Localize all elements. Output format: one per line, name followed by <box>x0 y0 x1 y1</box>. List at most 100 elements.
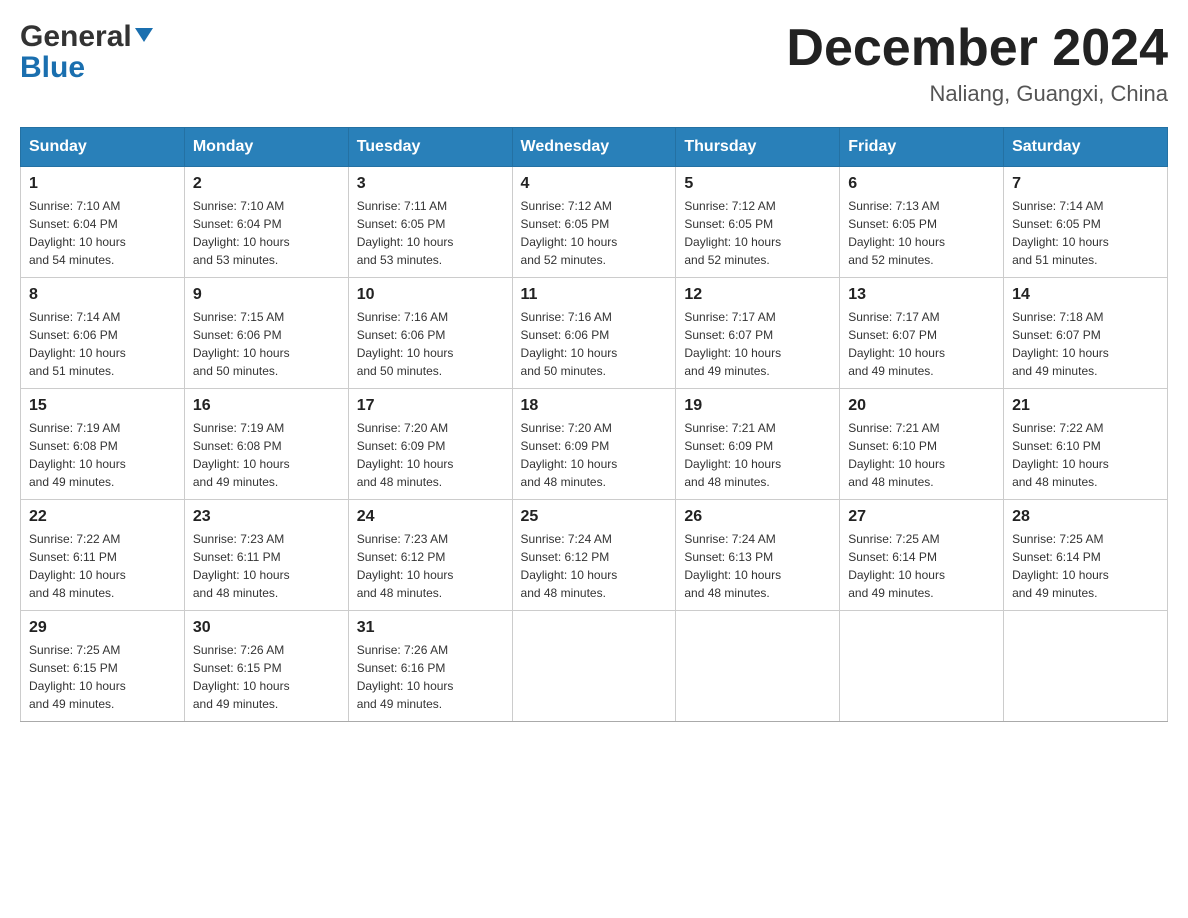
day-number: 23 <box>193 508 340 526</box>
calendar-week-row: 1 Sunrise: 7:10 AMSunset: 6:04 PMDaylight… <box>21 167 1168 278</box>
day-info: Sunrise: 7:25 AMSunset: 6:14 PMDaylight:… <box>1012 530 1159 602</box>
calendar-cell: 3 Sunrise: 7:11 AMSunset: 6:05 PMDaylight… <box>348 167 512 278</box>
day-info: Sunrise: 7:15 AMSunset: 6:06 PMDaylight:… <box>193 308 340 380</box>
day-number: 22 <box>29 508 176 526</box>
day-number: 31 <box>357 619 504 637</box>
calendar-cell: 27 Sunrise: 7:25 AMSunset: 6:14 PMDayligh… <box>840 500 1004 611</box>
day-info: Sunrise: 7:17 AMSunset: 6:07 PMDaylight:… <box>684 308 831 380</box>
calendar-week-row: 15 Sunrise: 7:19 AMSunset: 6:08 PMDayligh… <box>21 389 1168 500</box>
day-number: 28 <box>1012 508 1159 526</box>
day-number: 15 <box>29 397 176 415</box>
calendar-cell: 19Sunrise: 7:21 AMSunset: 6:09 PMDayligh… <box>676 389 840 500</box>
day-info: Sunrise: 7:17 AMSunset: 6:07 PMDaylight:… <box>848 308 995 380</box>
logo: General Blue <box>20 20 153 85</box>
day-number: 1 <box>29 175 176 193</box>
location-subtitle: Naliang, Guangxi, China <box>786 81 1168 107</box>
day-number: 17 <box>357 397 504 415</box>
day-info: Sunrise: 7:20 AMSunset: 6:09 PMDaylight:… <box>357 419 504 491</box>
calendar-cell: 22 Sunrise: 7:22 AMSunset: 6:11 PMDayligh… <box>21 500 185 611</box>
calendar-cell <box>840 611 1004 722</box>
day-number: 6 <box>848 175 995 193</box>
day-number: 12 <box>684 286 831 304</box>
col-header-tuesday: Tuesday <box>348 128 512 167</box>
calendar-cell: 25Sunrise: 7:24 AMSunset: 6:12 PMDayligh… <box>512 500 676 611</box>
calendar-week-row: 8 Sunrise: 7:14 AMSunset: 6:06 PMDaylight… <box>21 278 1168 389</box>
day-info: Sunrise: 7:22 AMSunset: 6:11 PMDaylight:… <box>29 530 176 602</box>
day-number: 10 <box>357 286 504 304</box>
col-header-sunday: Sunday <box>21 128 185 167</box>
calendar-cell: 18Sunrise: 7:20 AMSunset: 6:09 PMDayligh… <box>512 389 676 500</box>
calendar-cell: 10 Sunrise: 7:16 AMSunset: 6:06 PMDayligh… <box>348 278 512 389</box>
calendar-cell: 28 Sunrise: 7:25 AMSunset: 6:14 PMDayligh… <box>1004 500 1168 611</box>
calendar-cell: 13 Sunrise: 7:17 AMSunset: 6:07 PMDayligh… <box>840 278 1004 389</box>
day-number: 9 <box>193 286 340 304</box>
day-info: Sunrise: 7:19 AMSunset: 6:08 PMDaylight:… <box>29 419 176 491</box>
calendar-header-row: SundayMondayTuesdayWednesdayThursdayFrid… <box>21 128 1168 167</box>
col-header-thursday: Thursday <box>676 128 840 167</box>
calendar-cell: 15 Sunrise: 7:19 AMSunset: 6:08 PMDayligh… <box>21 389 185 500</box>
day-number: 25 <box>521 508 668 526</box>
day-number: 24 <box>357 508 504 526</box>
calendar-table: SundayMondayTuesdayWednesdayThursdayFrid… <box>20 127 1168 722</box>
calendar-cell: 1 Sunrise: 7:10 AMSunset: 6:04 PMDaylight… <box>21 167 185 278</box>
calendar-cell: 14 Sunrise: 7:18 AMSunset: 6:07 PMDayligh… <box>1004 278 1168 389</box>
calendar-cell: 20 Sunrise: 7:21 AMSunset: 6:10 PMDayligh… <box>840 389 1004 500</box>
day-info: Sunrise: 7:14 AMSunset: 6:06 PMDaylight:… <box>29 308 176 380</box>
day-info: Sunrise: 7:23 AMSunset: 6:11 PMDaylight:… <box>193 530 340 602</box>
col-header-friday: Friday <box>840 128 1004 167</box>
col-header-saturday: Saturday <box>1004 128 1168 167</box>
calendar-cell: 29Sunrise: 7:25 AMSunset: 6:15 PMDayligh… <box>21 611 185 722</box>
calendar-cell: 21Sunrise: 7:22 AMSunset: 6:10 PMDayligh… <box>1004 389 1168 500</box>
logo-blue-text: Blue <box>20 51 85 85</box>
calendar-cell: 7 Sunrise: 7:14 AMSunset: 6:05 PMDaylight… <box>1004 167 1168 278</box>
day-info: Sunrise: 7:23 AMSunset: 6:12 PMDaylight:… <box>357 530 504 602</box>
day-number: 5 <box>684 175 831 193</box>
calendar-cell: 8 Sunrise: 7:14 AMSunset: 6:06 PMDaylight… <box>21 278 185 389</box>
calendar-cell: 31Sunrise: 7:26 AMSunset: 6:16 PMDayligh… <box>348 611 512 722</box>
calendar-cell: 6 Sunrise: 7:13 AMSunset: 6:05 PMDaylight… <box>840 167 1004 278</box>
calendar-cell: 24 Sunrise: 7:23 AMSunset: 6:12 PMDayligh… <box>348 500 512 611</box>
day-number: 8 <box>29 286 176 304</box>
day-number: 7 <box>1012 175 1159 193</box>
day-number: 27 <box>848 508 995 526</box>
day-number: 26 <box>684 508 831 526</box>
day-number: 20 <box>848 397 995 415</box>
page-header: General Blue December 2024 Naliang, Guan… <box>20 20 1168 107</box>
title-section: December 2024 Naliang, Guangxi, China <box>786 20 1168 107</box>
calendar-cell: 12 Sunrise: 7:17 AMSunset: 6:07 PMDayligh… <box>676 278 840 389</box>
day-number: 4 <box>521 175 668 193</box>
month-title: December 2024 <box>786 20 1168 77</box>
day-number: 21 <box>1012 397 1159 415</box>
calendar-cell: 2Sunrise: 7:10 AMSunset: 6:04 PMDaylight… <box>184 167 348 278</box>
calendar-cell <box>512 611 676 722</box>
calendar-cell <box>676 611 840 722</box>
calendar-cell: 11Sunrise: 7:16 AMSunset: 6:06 PMDayligh… <box>512 278 676 389</box>
calendar-cell: 23 Sunrise: 7:23 AMSunset: 6:11 PMDayligh… <box>184 500 348 611</box>
day-info: Sunrise: 7:12 AMSunset: 6:05 PMDaylight:… <box>521 197 668 269</box>
calendar-cell: 16Sunrise: 7:19 AMSunset: 6:08 PMDayligh… <box>184 389 348 500</box>
day-number: 13 <box>848 286 995 304</box>
calendar-cell <box>1004 611 1168 722</box>
day-info: Sunrise: 7:16 AMSunset: 6:06 PMDaylight:… <box>357 308 504 380</box>
day-info: Sunrise: 7:25 AMSunset: 6:14 PMDaylight:… <box>848 530 995 602</box>
day-info: Sunrise: 7:26 AMSunset: 6:15 PMDaylight:… <box>193 641 340 713</box>
day-number: 2 <box>193 175 340 193</box>
day-info: Sunrise: 7:18 AMSunset: 6:07 PMDaylight:… <box>1012 308 1159 380</box>
col-header-monday: Monday <box>184 128 348 167</box>
day-number: 14 <box>1012 286 1159 304</box>
day-info: Sunrise: 7:21 AMSunset: 6:10 PMDaylight:… <box>848 419 995 491</box>
col-header-wednesday: Wednesday <box>512 128 676 167</box>
day-info: Sunrise: 7:11 AMSunset: 6:05 PMDaylight:… <box>357 197 504 269</box>
calendar-week-row: 22 Sunrise: 7:22 AMSunset: 6:11 PMDayligh… <box>21 500 1168 611</box>
day-number: 29 <box>29 619 176 637</box>
day-info: Sunrise: 7:20 AMSunset: 6:09 PMDaylight:… <box>521 419 668 491</box>
day-info: Sunrise: 7:21 AMSunset: 6:09 PMDaylight:… <box>684 419 831 491</box>
logo-general-text: General <box>20 20 132 54</box>
calendar-cell: 30Sunrise: 7:26 AMSunset: 6:15 PMDayligh… <box>184 611 348 722</box>
day-info: Sunrise: 7:10 AMSunset: 6:04 PMDaylight:… <box>29 197 176 269</box>
day-number: 3 <box>357 175 504 193</box>
day-info: Sunrise: 7:14 AMSunset: 6:05 PMDaylight:… <box>1012 197 1159 269</box>
day-info: Sunrise: 7:13 AMSunset: 6:05 PMDaylight:… <box>848 197 995 269</box>
logo-triangle-icon <box>135 28 153 42</box>
day-info: Sunrise: 7:16 AMSunset: 6:06 PMDaylight:… <box>521 308 668 380</box>
